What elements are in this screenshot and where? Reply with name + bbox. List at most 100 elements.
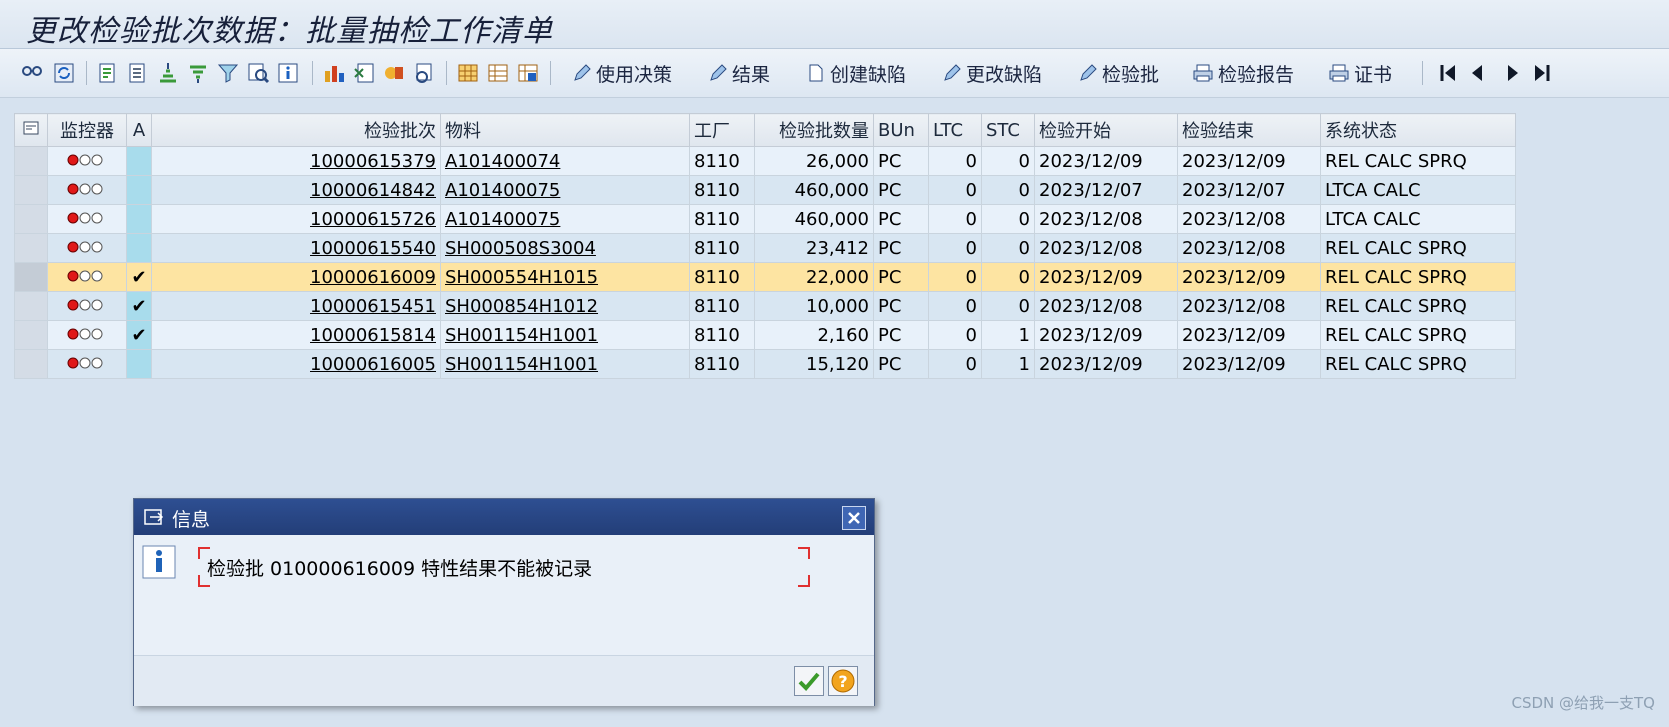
cell-bun: PC bbox=[873, 175, 929, 205]
table-row[interactable]: 10000614842 A101400075 8110 460,000 PC 0 0 2023… bbox=[14, 175, 1516, 205]
cell-lot[interactable]: 10000615451 bbox=[151, 291, 441, 321]
traffic-light-icon bbox=[47, 320, 127, 350]
page-title: 更改检验批次数据：批量抽检工作清单 bbox=[26, 14, 553, 49]
first-page-icon[interactable] bbox=[1436, 61, 1460, 85]
confirm-button[interactable] bbox=[794, 666, 824, 696]
inspection-lot-label: 检验批 bbox=[1102, 63, 1160, 86]
cell-stc: 0 bbox=[981, 262, 1035, 292]
header-plant[interactable]: 工厂 bbox=[689, 113, 755, 147]
title-bar: 更改检验批次数据：批量抽检工作清单 bbox=[0, 0, 1669, 49]
sort-ascending-icon[interactable] bbox=[156, 61, 180, 85]
excel-export-icon[interactable] bbox=[352, 61, 376, 85]
cell-plant: 8110 bbox=[689, 291, 755, 321]
cell-material[interactable]: SH001154H1001 bbox=[440, 349, 690, 379]
certificate-label: 证书 bbox=[1354, 63, 1393, 86]
results-button[interactable]: 结果 bbox=[708, 59, 770, 87]
row-selector[interactable] bbox=[14, 320, 48, 350]
cell-lot[interactable]: 10000616005 bbox=[151, 349, 441, 379]
abc-analysis-icon[interactable] bbox=[382, 61, 406, 85]
select-all-icon[interactable] bbox=[14, 113, 48, 147]
header-stc[interactable]: STC bbox=[981, 113, 1035, 147]
header-monitor[interactable]: 监控器 bbox=[47, 113, 127, 147]
header-material[interactable]: 物料 bbox=[440, 113, 690, 147]
change-defect-button[interactable]: 更改缺陷 bbox=[942, 59, 1042, 87]
cell-qty: 460,000 bbox=[754, 204, 874, 234]
dialog-body: 检验批 010000616009 特性结果不能被记录 ? bbox=[134, 535, 874, 706]
cell-bun: PC bbox=[873, 233, 929, 263]
cell-ltc: 0 bbox=[928, 262, 982, 292]
header-qty[interactable]: 检验批数量 bbox=[754, 113, 874, 147]
cell-a: ✔ bbox=[126, 262, 152, 292]
row-selector[interactable] bbox=[14, 146, 48, 176]
cell-material[interactable]: SH000554H1015 bbox=[440, 262, 690, 292]
close-button[interactable] bbox=[842, 506, 866, 530]
create-defect-button[interactable]: 创建缺陷 bbox=[806, 59, 906, 87]
cell-material[interactable]: SH000508S3004 bbox=[440, 233, 690, 263]
find-icon[interactable] bbox=[246, 61, 270, 85]
document-list-icon[interactable] bbox=[126, 61, 150, 85]
traffic-light-icon bbox=[47, 291, 127, 321]
cell-lot[interactable]: 10000615814 bbox=[151, 320, 441, 350]
glasses-edit-icon[interactable] bbox=[20, 61, 44, 85]
cell-start: 2023/12/08 bbox=[1034, 233, 1178, 263]
traffic-light-icon bbox=[47, 204, 127, 234]
save-layout-icon[interactable] bbox=[516, 61, 540, 85]
table-row[interactable]: 10000615540 SH000508S3004 8110 23,412 PC 0 0 20… bbox=[14, 233, 1516, 263]
row-selector[interactable] bbox=[14, 291, 48, 321]
header-lot[interactable]: 检验批次 bbox=[151, 113, 441, 147]
cell-a: ✔ bbox=[126, 320, 152, 350]
cell-end: 2023/12/07 bbox=[1177, 175, 1321, 205]
cell-ltc: 0 bbox=[928, 204, 982, 234]
pencil-icon bbox=[574, 64, 591, 81]
table-row[interactable]: 10000616005 SH001154H1001 8110 15,120 PC 0 1 20… bbox=[14, 349, 1516, 379]
cell-a: ✔ bbox=[126, 291, 152, 321]
cell-material[interactable]: A101400074 bbox=[440, 146, 690, 176]
header-start[interactable]: 检验开始 bbox=[1034, 113, 1178, 147]
previous-page-icon[interactable] bbox=[1466, 61, 1490, 85]
cell-lot[interactable]: 10000615540 bbox=[151, 233, 441, 263]
cell-lot[interactable]: 10000614842 bbox=[151, 175, 441, 205]
layout-icon[interactable] bbox=[456, 61, 480, 85]
header-a[interactable]: A bbox=[126, 113, 152, 147]
table-row[interactable]: 10000615726 A101400075 8110 460,000 PC 0 0 2023… bbox=[14, 204, 1516, 234]
header-end[interactable]: 检验结束 bbox=[1177, 113, 1321, 147]
table-row[interactable]: 10000615379 A101400074 8110 26,000 PC 0 0 2023/… bbox=[14, 146, 1516, 176]
cell-bun: PC bbox=[873, 262, 929, 292]
usage-decision-button[interactable]: 使用决策 bbox=[572, 59, 672, 87]
cell-material[interactable]: A101400075 bbox=[440, 204, 690, 234]
sort-descending-icon[interactable] bbox=[186, 61, 210, 85]
certificate-button[interactable]: 证书 bbox=[1328, 59, 1392, 87]
cell-plant: 8110 bbox=[689, 233, 755, 263]
filter-icon[interactable] bbox=[216, 61, 240, 85]
refresh-icon[interactable] bbox=[52, 61, 76, 85]
table-row[interactable]: ✔ 10000616009 SH000554H1015 8110 22,000 PC 0 0 2… bbox=[14, 262, 1516, 292]
row-selector[interactable] bbox=[14, 233, 48, 263]
bar-chart-icon[interactable] bbox=[322, 61, 346, 85]
help-icon: ? bbox=[831, 669, 855, 693]
cell-material[interactable]: SH001154H1001 bbox=[440, 320, 690, 350]
help-button[interactable]: ? bbox=[828, 666, 858, 696]
cell-material[interactable]: A101400075 bbox=[440, 175, 690, 205]
table-row[interactable]: ✔ 10000615814 SH001154H1001 8110 2,160 PC 0 1 20… bbox=[14, 320, 1516, 350]
row-selector[interactable] bbox=[14, 349, 48, 379]
traffic-light-icon bbox=[47, 262, 127, 292]
cell-material[interactable]: SH000854H1012 bbox=[440, 291, 690, 321]
info-icon[interactable] bbox=[276, 61, 300, 85]
header-status[interactable]: 系统状态 bbox=[1320, 113, 1516, 147]
cell-lot[interactable]: 10000615726 bbox=[151, 204, 441, 234]
details-icon[interactable] bbox=[96, 61, 120, 85]
inspection-report-button[interactable]: 检验报告 bbox=[1192, 59, 1294, 87]
cell-lot[interactable]: 10000615379 bbox=[151, 146, 441, 176]
row-selector[interactable] bbox=[14, 175, 48, 205]
print-preview-icon[interactable] bbox=[412, 61, 436, 85]
last-page-icon[interactable] bbox=[1530, 61, 1554, 85]
header-ltc[interactable]: LTC bbox=[928, 113, 982, 147]
cell-lot[interactable]: 10000616009 bbox=[151, 262, 441, 292]
header-bun[interactable]: BUn bbox=[873, 113, 929, 147]
table-row[interactable]: ✔ 10000615451 SH000854H1012 8110 10,000 PC 0 0 2… bbox=[14, 291, 1516, 321]
row-selector[interactable] bbox=[14, 262, 48, 292]
choose-layout-icon[interactable] bbox=[486, 61, 510, 85]
inspection-lot-button[interactable]: 检验批 bbox=[1078, 59, 1159, 87]
row-selector[interactable] bbox=[14, 204, 48, 234]
next-page-icon[interactable] bbox=[1500, 61, 1524, 85]
